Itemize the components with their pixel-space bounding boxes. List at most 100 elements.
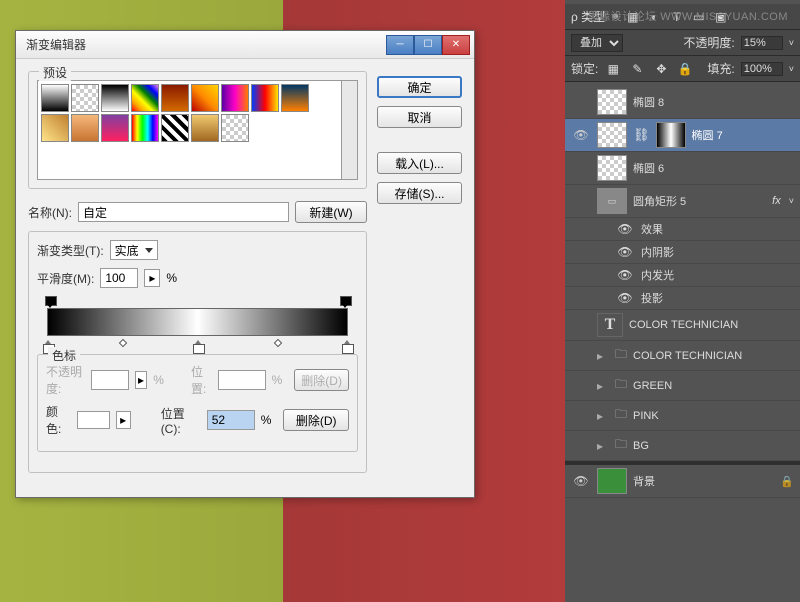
visibility-toggle[interactable]: 👁 (615, 245, 635, 259)
layer-name[interactable]: 背景 (633, 473, 774, 489)
background-layer-row[interactable]: 👁 背景 🔒 (565, 465, 800, 498)
layer-name[interactable]: BG (633, 440, 794, 452)
shape-thumbnail[interactable]: ▭ (597, 188, 627, 214)
effect-inner-glow[interactable]: 👁内发光 (565, 264, 800, 287)
lock-transparency-icon[interactable]: ▦ (604, 61, 622, 77)
layer-group-row[interactable]: ▸ 🗀 COLOR TECHNICIAN (565, 341, 800, 371)
save-button[interactable]: 存储(S)... (377, 182, 462, 204)
color-stop[interactable] (342, 340, 352, 352)
preset-swatch[interactable] (131, 84, 159, 112)
visibility-toggle[interactable]: 👁 (615, 268, 635, 282)
presets-scrollbar[interactable] (342, 80, 358, 180)
chevron-icon[interactable]: ˅ (789, 64, 794, 74)
group-toggle-icon[interactable]: ▸ (597, 409, 609, 423)
layer-name[interactable]: 圆角矩形 5 (633, 193, 766, 209)
layer-group-row[interactable]: ▸ 🗀 GREEN (565, 371, 800, 401)
visibility-toggle[interactable]: 👁 (571, 128, 591, 142)
preset-swatch[interactable] (101, 84, 129, 112)
preset-swatch[interactable] (191, 84, 219, 112)
lock-pixels-icon[interactable]: ✎ (628, 61, 646, 77)
effect-inner-shadow[interactable]: 👁内阴影 (565, 241, 800, 264)
load-button[interactable]: 载入(L)... (377, 152, 462, 174)
preset-swatch[interactable] (131, 114, 159, 142)
layer-name[interactable]: PINK (633, 410, 794, 422)
visibility-toggle[interactable]: 👁 (615, 291, 635, 305)
smoothness-stepper[interactable]: ▸ (144, 269, 160, 287)
layer-name[interactable]: COLOR TECHNICIAN (629, 319, 794, 331)
layer-row[interactable]: T COLOR TECHNICIAN (565, 310, 800, 341)
layer-group-row[interactable]: ▸ 🗀 PINK (565, 401, 800, 431)
layer-name[interactable]: 椭圆 7 (692, 127, 794, 143)
fill-input[interactable] (741, 62, 783, 76)
layer-name[interactable]: 椭圆 6 (633, 160, 794, 176)
fx-indicator[interactable]: fx (772, 195, 781, 207)
dialog-titlebar[interactable]: 渐变编辑器 ─ ☐ ✕ (16, 31, 474, 59)
preset-swatch[interactable] (221, 84, 249, 112)
effect-drop-shadow[interactable]: 👁投影 (565, 287, 800, 310)
close-button[interactable]: ✕ (442, 35, 470, 55)
preset-swatch[interactable] (101, 114, 129, 142)
link-mask-icon[interactable]: ⛓ (633, 127, 650, 143)
preset-swatch[interactable] (191, 114, 219, 142)
preset-swatch[interactable] (41, 84, 69, 112)
effects-row[interactable]: 👁效果 (565, 218, 800, 241)
minimize-button[interactable]: ─ (386, 35, 414, 55)
gradient-type-dropdown[interactable]: 实底 (110, 240, 158, 260)
preset-swatch[interactable] (221, 114, 249, 142)
preset-swatch[interactable] (161, 84, 189, 112)
blend-mode-select[interactable]: 叠加 (571, 34, 623, 52)
opacity-stop[interactable] (340, 296, 350, 306)
layer-group-row[interactable]: ▸ 🗀 BG (565, 431, 800, 461)
delete-color-stop-button[interactable]: 删除(D) (283, 409, 349, 431)
midpoint-marker[interactable] (119, 339, 127, 347)
layer-thumbnail[interactable] (597, 89, 627, 115)
gradient-bar-editor[interactable] (37, 296, 358, 354)
layer-thumbnail[interactable] (597, 468, 627, 494)
color-stop[interactable] (193, 340, 203, 352)
gradient-settings-group: 渐变类型(T): 实底 平滑度(M): ▸ % (28, 231, 367, 473)
name-input[interactable] (78, 202, 289, 222)
layer-thumbnail[interactable] (597, 122, 627, 148)
layer-row-selected[interactable]: 👁 ⛓ 椭圆 7 (565, 119, 800, 152)
smoothness-input[interactable] (100, 268, 138, 288)
color-picker-arrow[interactable]: ▸ (116, 411, 131, 429)
color-position-input[interactable] (207, 410, 255, 430)
lock-all-icon[interactable]: 🔒 (676, 61, 694, 77)
maximize-button[interactable]: ☐ (414, 35, 442, 55)
layer-row[interactable]: 椭圆 6 (565, 152, 800, 185)
layers-list[interactable]: 椭圆 8 👁 ⛓ 椭圆 7 椭圆 6 ▭ 圆角矩形 5 fx ˅ 👁效果 👁内阴… (565, 82, 800, 502)
effects-collapse-icon[interactable]: ˅ (789, 196, 794, 206)
gradient-preview-bar[interactable] (47, 308, 348, 336)
layer-name[interactable]: 椭圆 8 (633, 94, 794, 110)
color-swatch[interactable] (77, 411, 110, 429)
preset-swatch[interactable] (71, 84, 99, 112)
layer-name[interactable]: COLOR TECHNICIAN (633, 350, 794, 362)
layer-name[interactable]: GREEN (633, 380, 794, 392)
ok-button[interactable]: 确定 (377, 76, 462, 98)
preset-swatch[interactable] (251, 84, 279, 112)
visibility-toggle[interactable]: 👁 (615, 222, 635, 236)
preset-swatch[interactable] (41, 114, 69, 142)
midpoint-marker[interactable] (273, 339, 281, 347)
layer-thumbnail[interactable] (597, 155, 627, 181)
layer-opacity-input[interactable] (741, 36, 783, 50)
presets-grid[interactable] (37, 80, 342, 180)
fill-label: 填充: (707, 60, 734, 77)
opacity-stop[interactable] (45, 296, 55, 306)
cancel-button[interactable]: 取消 (377, 106, 462, 128)
preset-swatch[interactable] (161, 114, 189, 142)
preset-swatch[interactable] (281, 84, 309, 112)
group-toggle-icon[interactable]: ▸ (597, 379, 609, 393)
group-toggle-icon[interactable]: ▸ (597, 349, 609, 363)
preset-swatch[interactable] (71, 114, 99, 142)
delete-opacity-stop-button: 删除(D) (294, 369, 349, 391)
layer-row[interactable]: 椭圆 8 (565, 86, 800, 119)
visibility-toggle[interactable]: 👁 (571, 474, 591, 488)
layer-row[interactable]: ▭ 圆角矩形 5 fx ˅ (565, 185, 800, 218)
lock-position-icon[interactable]: ✥ (652, 61, 670, 77)
presets-label: 预设 (39, 64, 71, 81)
new-button[interactable]: 新建(W) (295, 201, 367, 223)
group-toggle-icon[interactable]: ▸ (597, 439, 609, 453)
chevron-icon[interactable]: ˅ (789, 38, 794, 48)
mask-thumbnail[interactable] (656, 122, 686, 148)
